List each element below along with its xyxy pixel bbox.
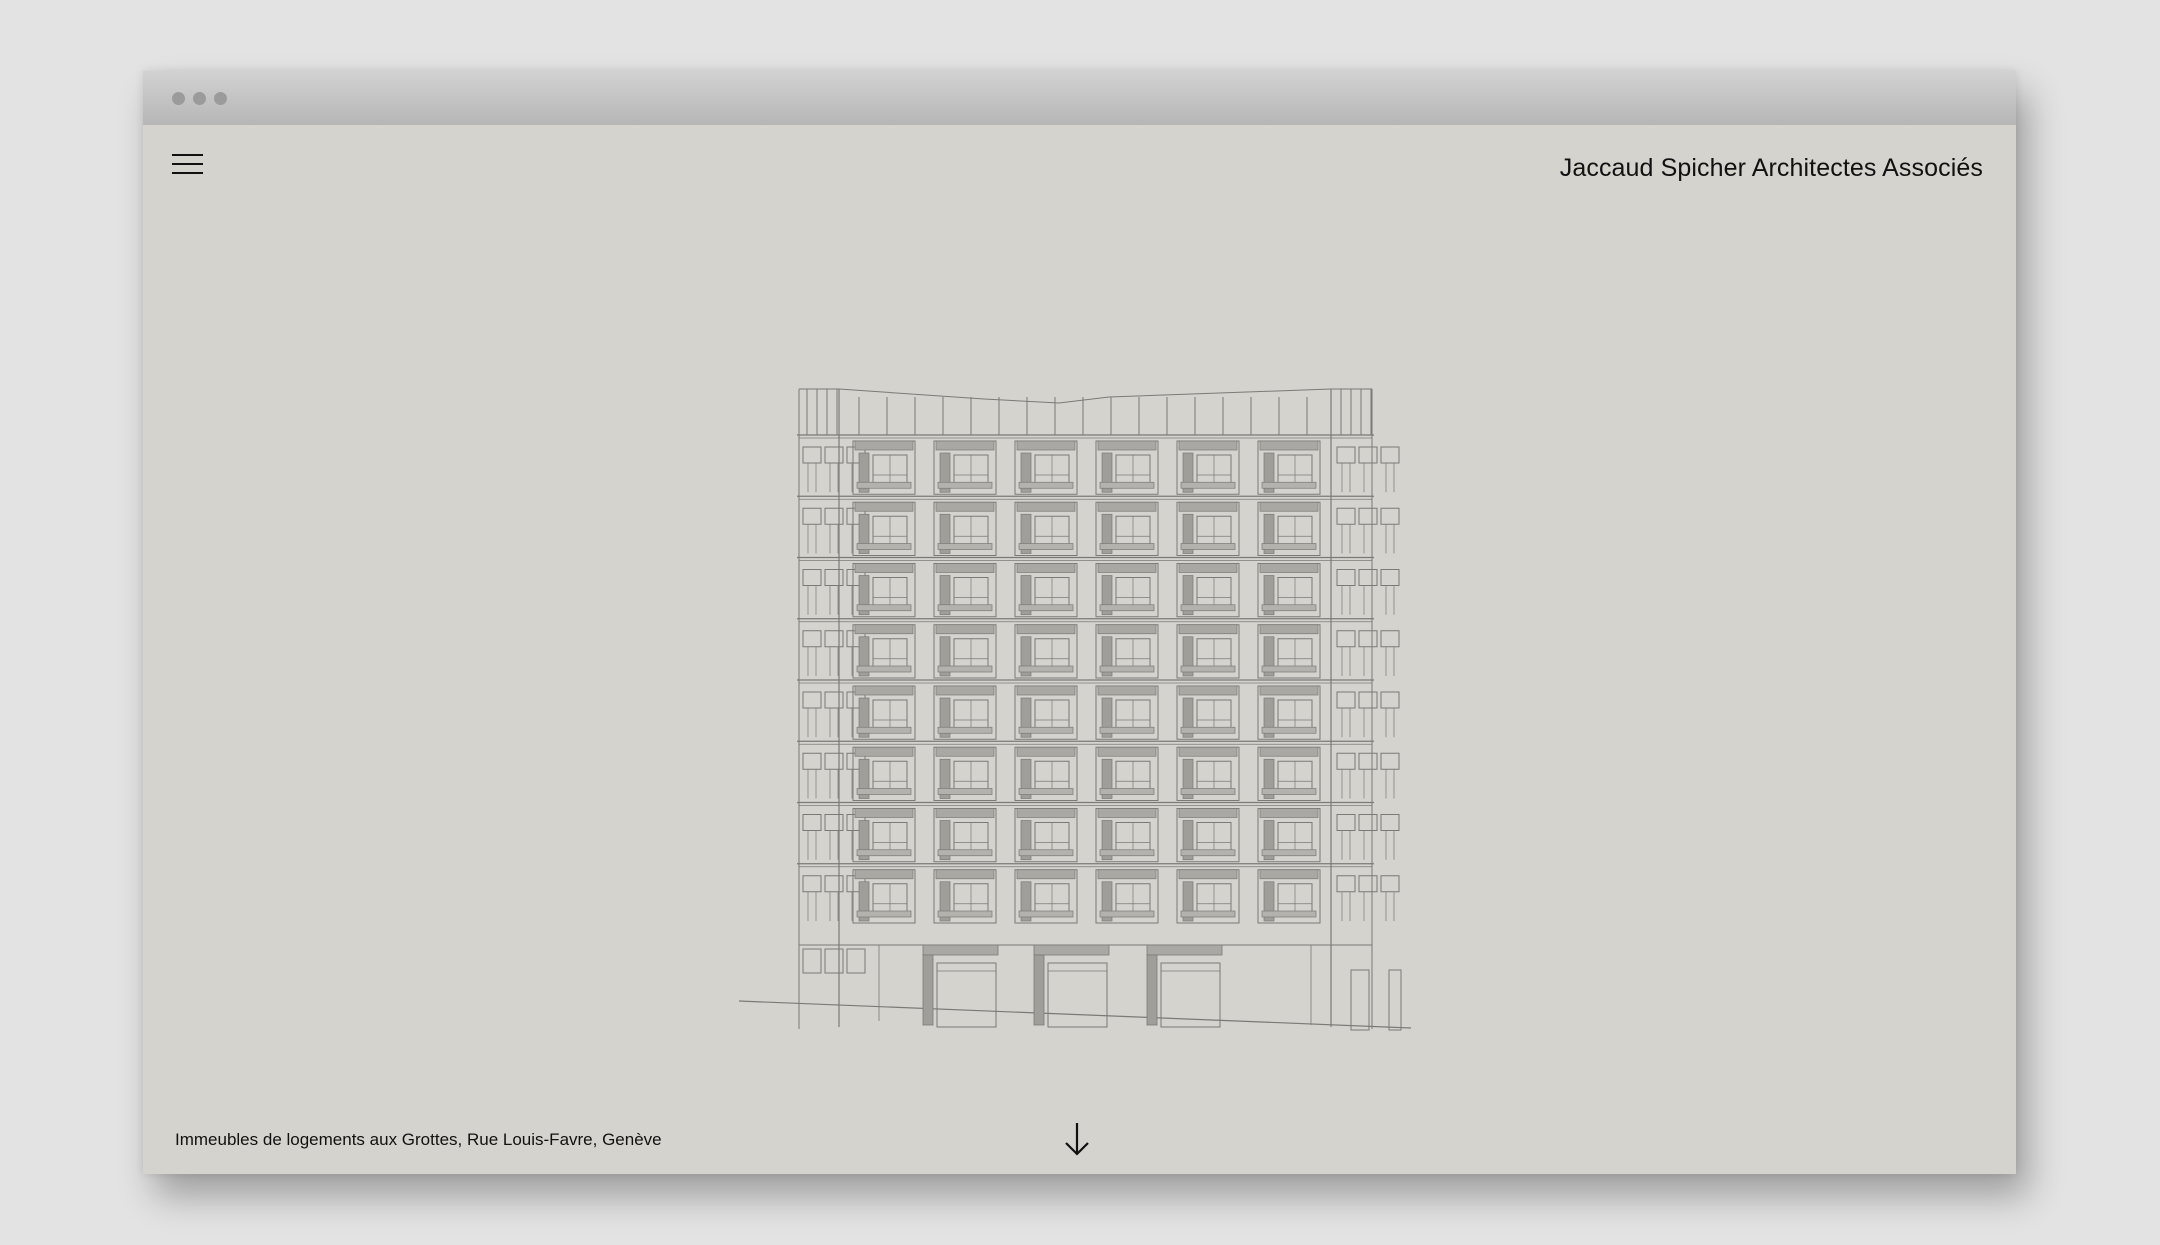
arrow-down-icon[interactable]	[1063, 1121, 1091, 1157]
window-dot-icon[interactable]	[193, 92, 206, 105]
project-caption[interactable]: Immeubles de logements aux Grottes, Rue …	[175, 1130, 662, 1150]
building-elevation-drawing	[739, 388, 1412, 1031]
window-dot-icon[interactable]	[214, 92, 227, 105]
window-titlebar	[143, 71, 2016, 125]
site-title[interactable]: Jaccaud Spicher Architectes Associés	[1560, 154, 1983, 183]
browser-window: Jaccaud Spicher Architectes Associés Imm…	[143, 71, 2016, 1174]
hamburger-menu-icon[interactable]	[172, 152, 203, 176]
window-dot-icon[interactable]	[172, 92, 185, 105]
